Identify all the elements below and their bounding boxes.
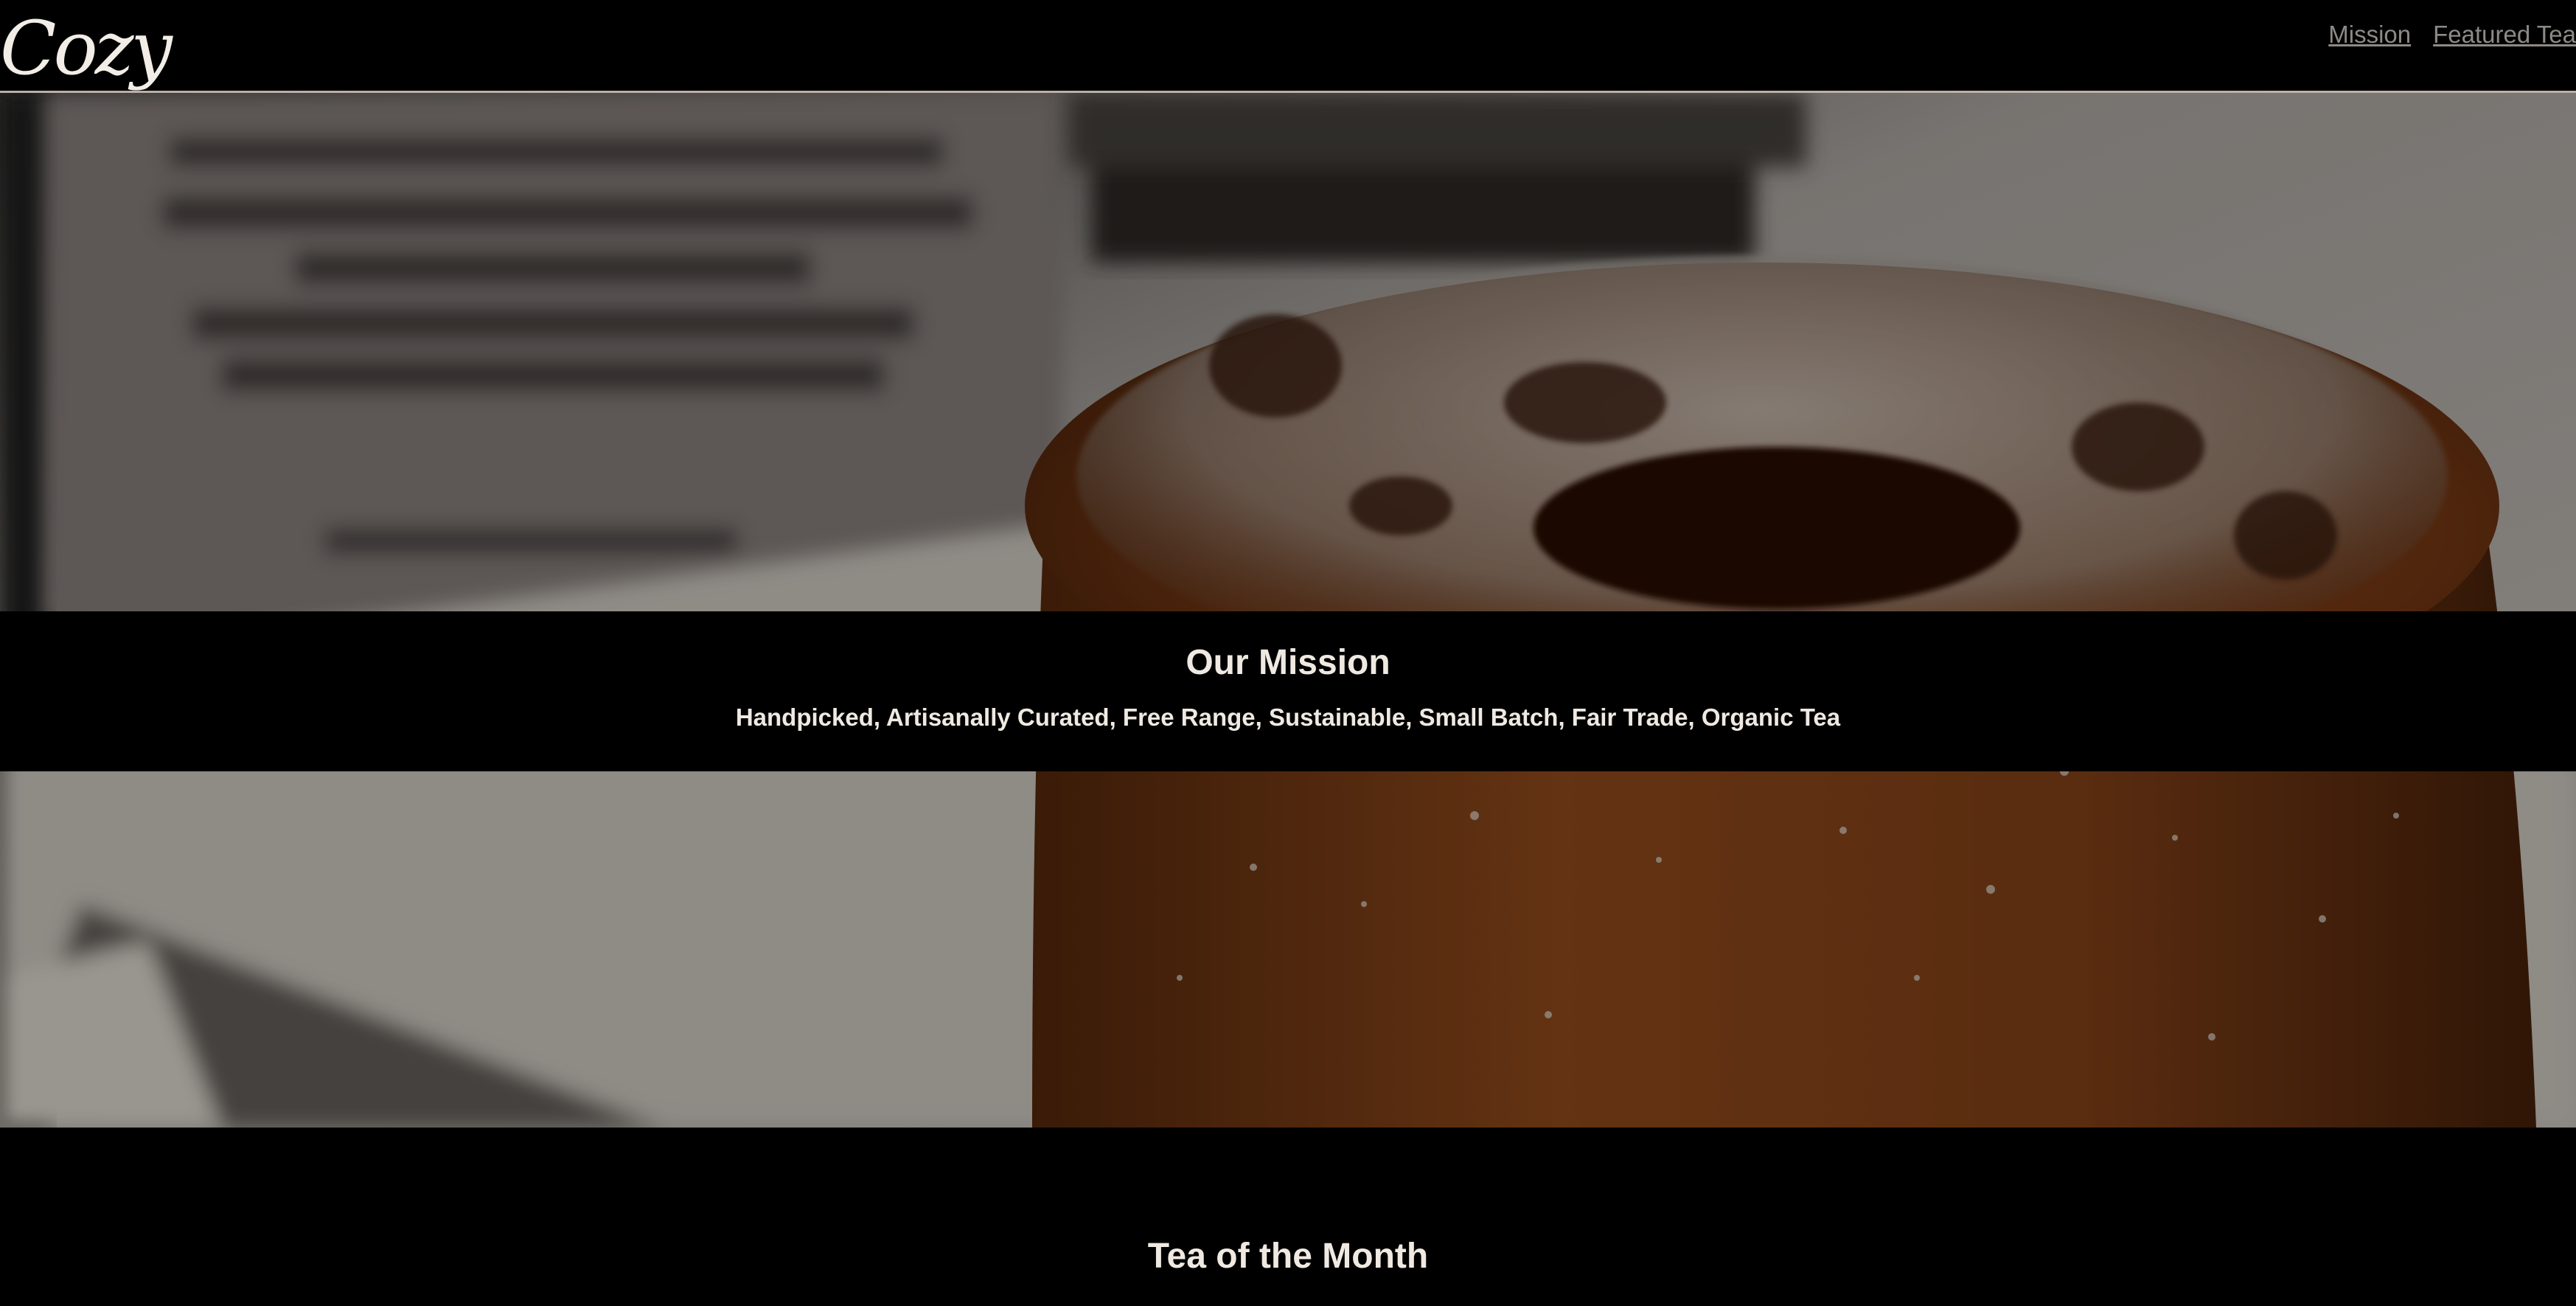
mission-band: Our Mission Handpicked, Artisanally Cura… bbox=[0, 611, 2576, 771]
main-nav: Mission Featured Tea bbox=[2328, 21, 2576, 49]
tea-of-the-month-section: Tea of the Month bbox=[0, 1128, 2576, 1306]
logo[interactable]: Cozy bbox=[0, 4, 173, 93]
mission-title: Our Mission bbox=[1186, 643, 1390, 682]
page: Cozy Mission Featured Tea Our Mission Ha… bbox=[0, 0, 2576, 1306]
nav-link-mission[interactable]: Mission bbox=[2328, 21, 2411, 49]
site-header: Cozy Mission Featured Tea bbox=[0, 0, 2576, 93]
tea-section-title: Tea of the Month bbox=[1147, 1237, 1429, 1276]
mission-tagline: Handpicked, Artisanally Curated, Free Ra… bbox=[735, 704, 1841, 731]
hero-image bbox=[0, 93, 2576, 1128]
nav-link-featured-tea[interactable]: Featured Tea bbox=[2433, 21, 2576, 49]
